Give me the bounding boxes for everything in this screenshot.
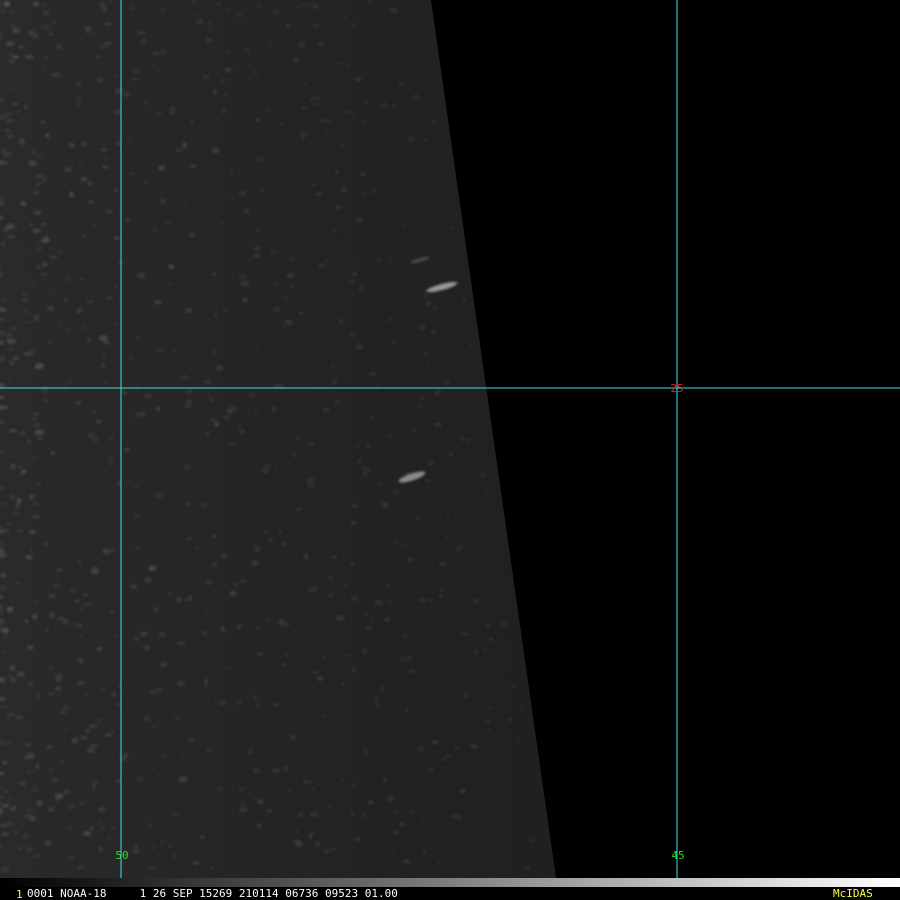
longitude-label-50: 50 — [115, 849, 128, 862]
longitude-label-45: 45 — [671, 849, 684, 862]
frame-number: 1 — [16, 888, 23, 900]
grayscale-bar — [0, 878, 900, 887]
mcidas-brand: McIDAS — [833, 887, 873, 900]
satellite-image: 25 50 45 1 0001 NOAA-18 1 26 SEP 15269 2… — [0, 0, 900, 900]
image-info: 0001 NOAA-18 1 26 SEP 15269 210114 06736… — [27, 887, 398, 900]
status-bar: 1 0001 NOAA-18 1 26 SEP 15269 210114 067… — [0, 878, 900, 900]
latitude-label-25: 25 — [670, 382, 683, 395]
